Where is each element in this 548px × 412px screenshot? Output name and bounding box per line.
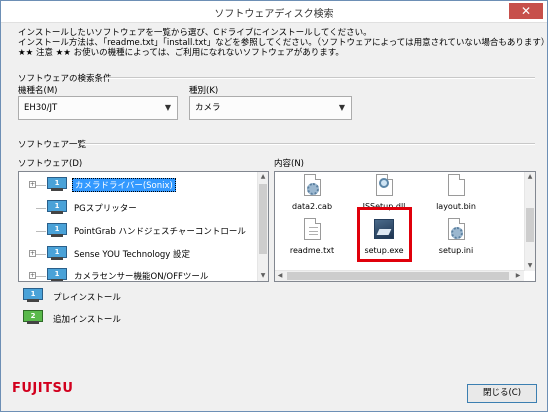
tree-item[interactable]: 1 PGスプリッター [19, 198, 257, 218]
category-select[interactable]: カメラ ▼ [189, 96, 352, 120]
instruction-line-2: インストール方法は、「readme.txt」「install.txt」などを参照… [18, 38, 548, 48]
tree-connector [36, 185, 46, 186]
software-disk-search-window: ソフトウェアディスク検索 ✕ インストールしたいソフトウェアを一覧から選び、Cド… [0, 0, 548, 412]
monitor-preinstall-icon: 1 [47, 177, 67, 191]
setup-exe-highlight-box [357, 207, 412, 262]
expand-icon[interactable]: + [29, 181, 36, 188]
tree-item[interactable]: 1 PointGrab ハンドジェスチャーコントロール [19, 221, 257, 241]
text-file-icon [301, 218, 323, 244]
tree-connector [36, 208, 46, 209]
tree-item-label: PGスプリッター [74, 204, 137, 214]
scroll-right-icon[interactable]: ▶ [513, 271, 523, 281]
monitor-preinstall-icon: 1 [47, 268, 67, 281]
monitor-preinstall-icon: 1 [23, 288, 43, 302]
monitor-preinstall-icon: 1 [47, 223, 67, 237]
tree-item[interactable]: + 1 カメラドライバー(Sonix) [19, 175, 257, 195]
window-close-button[interactable]: ✕ [509, 3, 543, 19]
software-list-heading: ソフトウェア一覧 [18, 140, 87, 150]
scroll-down-icon[interactable]: ▼ [258, 271, 268, 281]
file-name: setup.ini [438, 246, 474, 255]
monitor-additional-icon: 2 [23, 310, 43, 324]
scroll-thumb[interactable] [287, 272, 509, 280]
instructions: インストールしたいソフトウェアを一覧から選び、Cドライブにインストールしてくださ… [18, 28, 548, 58]
close-button[interactable]: 閉じる(C) [467, 384, 537, 403]
search-conditions-heading: ソフトウェアの検索条件 [18, 74, 112, 84]
model-label: 機種名(M) [18, 86, 58, 96]
tree-item-label: Sense YOU Technology 設定 [74, 250, 191, 260]
monitor-preinstall-icon: 1 [47, 200, 67, 214]
legend-preinstall-label: プレインストール [53, 293, 121, 303]
tree-connector [36, 276, 46, 277]
instruction-line-3: ★★ 注意 ★★ お使いの機種によっては、ご利用になれないソフトウェアがあります… [18, 48, 344, 58]
tree-connector [36, 254, 46, 255]
tree-vertical-scrollbar[interactable]: ▲ ▼ [257, 172, 268, 281]
tree-item-label: PointGrab ハンドジェスチャーコントロール [74, 227, 246, 237]
model-select-value: EH30/JT [24, 103, 58, 113]
contents-vertical-scrollbar[interactable]: ▲ ▼ [524, 172, 535, 271]
tree-item-label: カメラセンサー機能ON/OFFツール [74, 272, 209, 282]
file-name: layout.bin [436, 202, 476, 211]
software-tree[interactable]: + 1 カメラドライバー(Sonix) 1 PGスプリッター 1 PointGr… [18, 171, 269, 282]
gear-file-icon [301, 174, 323, 200]
contents-list[interactable]: data2.cab ISSetup.dll layout.bin readme.… [274, 171, 536, 282]
legend-additional-label: 追加インストール [53, 315, 121, 325]
scroll-thumb[interactable] [259, 184, 267, 254]
file-item[interactable]: ISSetup.dll [352, 174, 416, 211]
file-name: data2.cab [291, 202, 333, 211]
model-select[interactable]: EH30/JT ▼ [18, 96, 178, 120]
monitor-preinstall-icon: 1 [47, 246, 67, 260]
file-item[interactable]: data2.cab [280, 174, 344, 211]
window-title: ソフトウェアディスク検索 [214, 9, 334, 20]
contents-horizontal-scrollbar[interactable]: ◀ ▶ [275, 270, 524, 281]
tree-item-label: カメラドライバー(Sonix) [72, 178, 176, 192]
expand-icon[interactable]: + [29, 250, 36, 257]
file-item[interactable]: layout.bin [424, 174, 488, 211]
instruction-line-1: インストールしたいソフトウェアを一覧から選び、Cドライブにインストールしてくださ… [18, 28, 372, 38]
file-item[interactable]: readme.txt [280, 218, 344, 255]
blank-file-icon [445, 174, 467, 200]
software-label: ソフトウェア(D) [18, 159, 83, 169]
magnifier-file-icon [373, 174, 395, 200]
scroll-left-icon[interactable]: ◀ [275, 271, 285, 281]
scroll-up-icon[interactable]: ▲ [258, 172, 268, 182]
category-select-value: カメラ [195, 103, 221, 113]
chevron-down-icon: ▼ [164, 103, 171, 112]
gear-file-icon [445, 218, 467, 244]
contents-label: 内容(N) [274, 159, 304, 169]
scroll-down-icon[interactable]: ▼ [525, 261, 535, 271]
chevron-down-icon: ▼ [338, 103, 345, 112]
search-divider [105, 77, 535, 79]
tree-item[interactable]: + 1 Sense YOU Technology 設定 [19, 244, 257, 264]
scroll-up-icon[interactable]: ▲ [525, 172, 535, 182]
title-bar[interactable]: ソフトウェアディスク検索 ✕ [1, 1, 547, 23]
tree-connector [36, 231, 46, 232]
fujitsu-logo: FUJITSU [12, 381, 74, 396]
file-item[interactable]: setup.ini [424, 218, 488, 255]
list-divider [81, 143, 535, 145]
tree-item[interactable]: + 1 カメラセンサー機能ON/OFFツール [19, 266, 257, 282]
file-name: readme.txt [289, 246, 335, 255]
expand-icon[interactable]: + [29, 272, 36, 279]
category-label: 種別(K) [189, 86, 219, 96]
scroll-thumb[interactable] [526, 208, 534, 242]
